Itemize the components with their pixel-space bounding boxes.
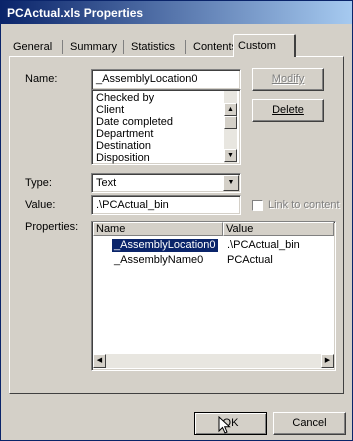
tab-separator — [62, 40, 63, 54]
value-input-value: .\PCActual_bin — [96, 199, 169, 211]
list-item[interactable]: Department — [96, 128, 153, 140]
scroll-right-icon[interactable]: ▶ — [321, 354, 334, 368]
modify-button-label: Modify — [271, 73, 305, 85]
cancel-button[interactable]: Cancel — [273, 412, 346, 435]
value-input[interactable]: .\PCActual_bin — [91, 195, 241, 215]
column-header-name[interactable]: Name — [93, 222, 223, 236]
mouse-cursor-icon — [218, 415, 232, 434]
custom-tab-panel: Name: _AssemblyLocation0 Checked by Clie… — [9, 56, 344, 394]
horizontal-scrollbar[interactable]: ◀ ▶ — [93, 354, 334, 368]
scroll-up-icon[interactable]: ▲ — [224, 103, 237, 116]
properties-dialog: PCActual.xls Properties General Summary … — [0, 0, 353, 441]
cancel-button-label: Cancel — [292, 417, 327, 429]
delete-button-label: Delete — [272, 104, 304, 116]
name-options-list[interactable]: Checked by Client Date completed Departm… — [91, 89, 241, 165]
link-to-content-checkbox[interactable] — [252, 200, 263, 211]
link-to-content-label: Link to content — [268, 199, 340, 211]
chevron-down-icon[interactable]: ▼ — [223, 175, 239, 191]
property-row-name[interactable]: _AssemblyName0 — [114, 254, 203, 267]
scroll-left-icon[interactable]: ◀ — [93, 354, 106, 368]
value-label: Value: — [25, 199, 56, 211]
tab-general[interactable]: General — [9, 38, 56, 56]
tab-summary[interactable]: Summary — [66, 38, 121, 56]
tab-statistics[interactable]: Statistics — [127, 38, 179, 56]
list-item[interactable]: Checked by — [96, 92, 154, 104]
property-row-value[interactable]: PCActual — [227, 254, 273, 267]
name-input-value: _AssemblyLocation0 — [96, 73, 198, 85]
delete-button[interactable]: Delete — [252, 99, 324, 122]
name-input[interactable]: _AssemblyLocation0 — [91, 69, 241, 90]
name-label: Name: — [25, 73, 58, 85]
column-header-value[interactable]: Value — [223, 222, 334, 236]
window-title: PCActual.xls Properties — [7, 6, 144, 20]
title-bar[interactable]: PCActual.xls Properties — [1, 1, 352, 24]
tab-separator — [185, 40, 186, 54]
properties-label: Properties: — [25, 221, 79, 233]
modify-button[interactable]: Modify — [252, 68, 324, 91]
tab-separator — [123, 40, 124, 54]
type-label: Type: — [25, 177, 52, 189]
scroll-thumb[interactable] — [224, 116, 237, 129]
property-row-name[interactable]: _AssemblyLocation0 — [112, 239, 218, 252]
scroll-down-icon[interactable]: ▼ — [224, 149, 237, 162]
type-select-value: Text — [96, 177, 117, 189]
type-select[interactable]: Text ▼ — [91, 173, 241, 193]
properties-list[interactable]: Name Value _AssemblyLocation0 .\PCActual… — [91, 221, 336, 371]
property-row-value[interactable]: .\PCActual_bin — [227, 239, 300, 252]
tab-custom[interactable]: Custom — [233, 34, 296, 57]
list-item[interactable]: Disposition — [96, 152, 150, 164]
list-item[interactable]: Client — [96, 104, 124, 116]
list-vertical-scrollbar[interactable]: ▲ ▼ — [224, 91, 237, 163]
list-item[interactable]: Date completed — [96, 116, 173, 128]
list-item[interactable]: Destination — [96, 140, 151, 152]
